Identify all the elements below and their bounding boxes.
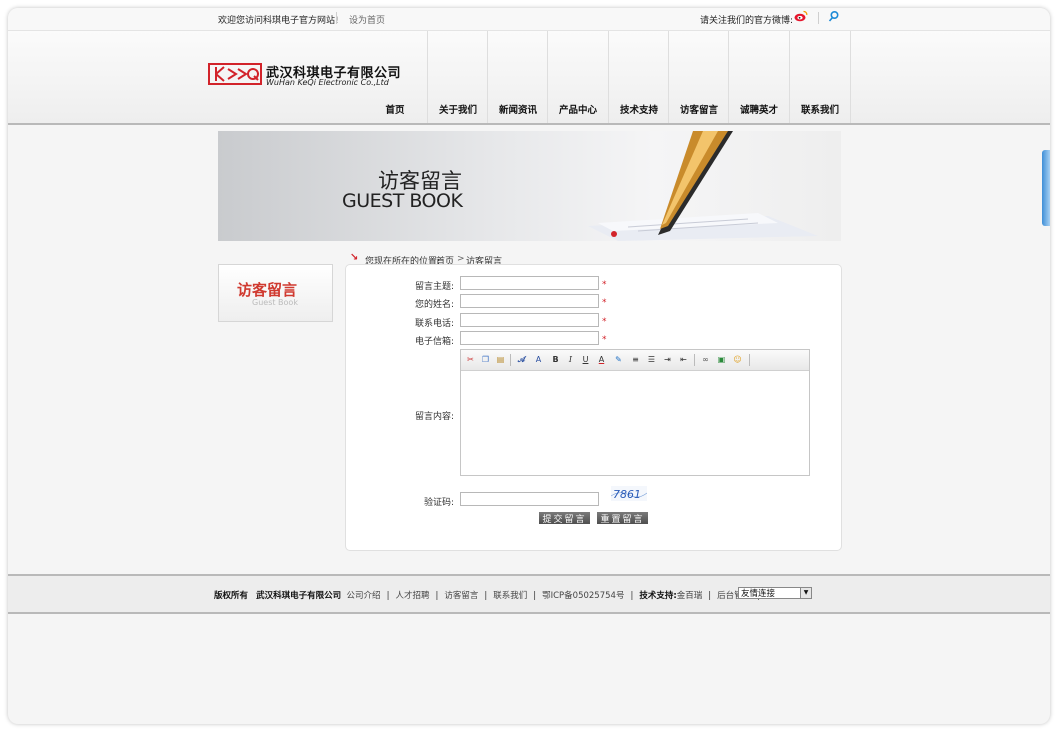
breadcrumb-separator: > — [457, 254, 465, 264]
indent-icon[interactable]: ⇥ — [661, 353, 674, 366]
logo-mark-icon — [208, 63, 262, 85]
arrow-icon: ↘ — [350, 252, 359, 263]
chevron-down-icon: ▼ — [800, 588, 811, 598]
site-header: 武汉科琪电子有限公司 WuHan KeQi Electronic Co.,Ltd… — [8, 31, 1050, 125]
required-mark: * — [602, 317, 607, 327]
fountain-pen-icon — [588, 131, 818, 241]
captcha-image[interactable]: 7861 — [611, 486, 647, 501]
required-mark: * — [602, 335, 607, 345]
footer-link-jobs[interactable]: 人才招聘 — [395, 591, 429, 601]
set-home-link[interactable]: 设为首页 — [349, 13, 385, 26]
cut-icon[interactable]: ✂ — [464, 353, 477, 366]
banner-title-en: GUEST BOOK — [342, 190, 463, 212]
divider — [336, 12, 337, 24]
content-textarea[interactable] — [461, 371, 807, 473]
guestbook-banner: 访客留言 GUEST BOOK — [218, 131, 841, 241]
footer-link-guestbook[interactable]: 访客留言 — [444, 591, 478, 601]
subject-label: 留言主题: — [414, 282, 454, 292]
phone-input[interactable] — [460, 313, 599, 327]
breadcrumb: ↘ 您现在所在的位置: 首页 > 访客留言 — [350, 251, 800, 267]
italic-icon[interactable]: I — [564, 353, 577, 366]
font-size-icon[interactable]: A — [532, 353, 545, 366]
content-rich-editor: ✂ ❐ ▤ 𝒜 A B I U A ✎ ≡ ☰ ⇥ ⇤ ∞ ▣ ☺ — [460, 349, 810, 476]
captcha-code: 7861 — [613, 488, 641, 501]
footer-separator: | — [630, 591, 634, 601]
nav-tech-support[interactable]: 技术支持 — [608, 31, 669, 123]
tech-support-link[interactable]: 金百瑞 — [677, 591, 703, 601]
footer-links: 版权所有 武汉科琪电子有限公司 公司介绍 | 人才招聘 | 访客留言 | 联系我们 | 鄂ICP… — [214, 589, 766, 601]
captcha-input[interactable] — [460, 492, 599, 506]
email-input[interactable] — [460, 331, 599, 345]
floating-side-tab[interactable] — [1042, 150, 1050, 226]
name-input[interactable] — [460, 294, 599, 308]
weibo-icon[interactable] — [794, 10, 808, 22]
footer-separator: | — [708, 591, 712, 601]
paste-icon[interactable]: ▤ — [494, 353, 507, 366]
link-icon[interactable]: ∞ — [699, 353, 712, 366]
nav-news[interactable]: 新闻资讯 — [487, 31, 548, 123]
friend-links-value: 友情连接 — [741, 589, 776, 599]
toolbar-separator — [749, 354, 750, 366]
divider — [818, 12, 819, 24]
toolbar-separator — [510, 354, 511, 366]
footer-link-about[interactable]: 公司介绍 — [347, 591, 381, 601]
nav-careers[interactable]: 诚聘英才 — [728, 31, 789, 123]
tech-support-label: 技术支持: — [639, 591, 677, 601]
bold-icon[interactable]: B — [549, 353, 562, 366]
required-mark: * — [602, 298, 607, 308]
nav-about[interactable]: 关于我们 — [427, 31, 488, 123]
nav-home[interactable]: 首页 — [365, 31, 425, 123]
friend-links-select[interactable]: 友情连接 ▼ — [738, 587, 812, 599]
list-icon[interactable]: ☰ — [645, 353, 658, 366]
footer-separator: | — [386, 591, 390, 601]
site-footer: 版权所有 武汉科琪电子有限公司 公司介绍 | 人才招聘 | 访客留言 | 联系我们 | 鄂ICP… — [8, 574, 1050, 614]
footer-separator: | — [435, 591, 439, 601]
nav-contact[interactable]: 联系我们 — [789, 31, 851, 123]
page-frame: 欢迎您访问科琪电子官方网站! 设为首页 请关注我们的官方微博: 武汉科琪电子有限… — [8, 8, 1050, 724]
toolbar-separator — [694, 354, 695, 366]
follow-weibo-text: 请关注我们的官方微博: — [700, 16, 794, 26]
emoticon-icon[interactable]: ☺ — [731, 353, 744, 366]
required-mark: * — [602, 280, 607, 290]
outdent-icon[interactable]: ⇤ — [677, 353, 690, 366]
subject-input[interactable] — [460, 276, 599, 290]
tencent-weibo-icon[interactable] — [828, 10, 840, 22]
footer-separator: | — [533, 591, 537, 601]
editor-toolbar: ✂ ❐ ▤ 𝒜 A B I U A ✎ ≡ ☰ ⇥ ⇤ ∞ ▣ ☺ — [461, 350, 809, 371]
underline-icon[interactable]: U — [579, 353, 592, 366]
captcha-label: 验证码: — [423, 498, 454, 508]
email-label: 电子信箱: — [414, 337, 454, 347]
content-label: 留言内容: — [414, 412, 454, 422]
align-icon[interactable]: ≡ — [629, 353, 642, 366]
footer-company: 武汉科琪电子有限公司 — [256, 591, 342, 601]
sidebar-title-en: Guest Book — [252, 298, 298, 307]
name-label: 您的姓名: — [414, 300, 454, 310]
copy-icon[interactable]: ❐ — [479, 353, 492, 366]
nav-guestbook[interactable]: 访客留言 — [668, 31, 729, 123]
footer-icp[interactable]: 鄂ICP备05025754号 — [542, 591, 624, 601]
submit-button[interactable]: 提交留言 — [539, 512, 590, 525]
copyright-text: 版权所有 — [214, 591, 249, 601]
welcome-text: 欢迎您访问科琪电子官方网站! — [218, 16, 339, 26]
nav-products[interactable]: 产品中心 — [547, 31, 608, 123]
reset-button[interactable]: 重置留言 — [597, 512, 648, 525]
sidebar-section-title: 访客留言 Guest Book — [218, 264, 333, 322]
footer-link-contact[interactable]: 联系我们 — [493, 591, 527, 601]
sidebar-title-cn: 访客留言 — [237, 281, 298, 299]
top-bar: 欢迎您访问科琪电子官方网站! 设为首页 请关注我们的官方微博: — [8, 8, 1050, 31]
font-icon[interactable]: 𝒜 — [515, 353, 528, 366]
phone-label: 联系电话: — [414, 319, 454, 329]
font-color-icon[interactable]: A — [595, 353, 608, 366]
footer-separator: | — [484, 591, 488, 601]
image-icon[interactable]: ▣ — [715, 353, 728, 366]
bg-color-icon[interactable]: ✎ — [612, 353, 625, 366]
guestbook-form: 留言主题: * 您的姓名: * 联系电话: * 电子信箱: * 留言内容: ✂ … — [345, 264, 842, 551]
